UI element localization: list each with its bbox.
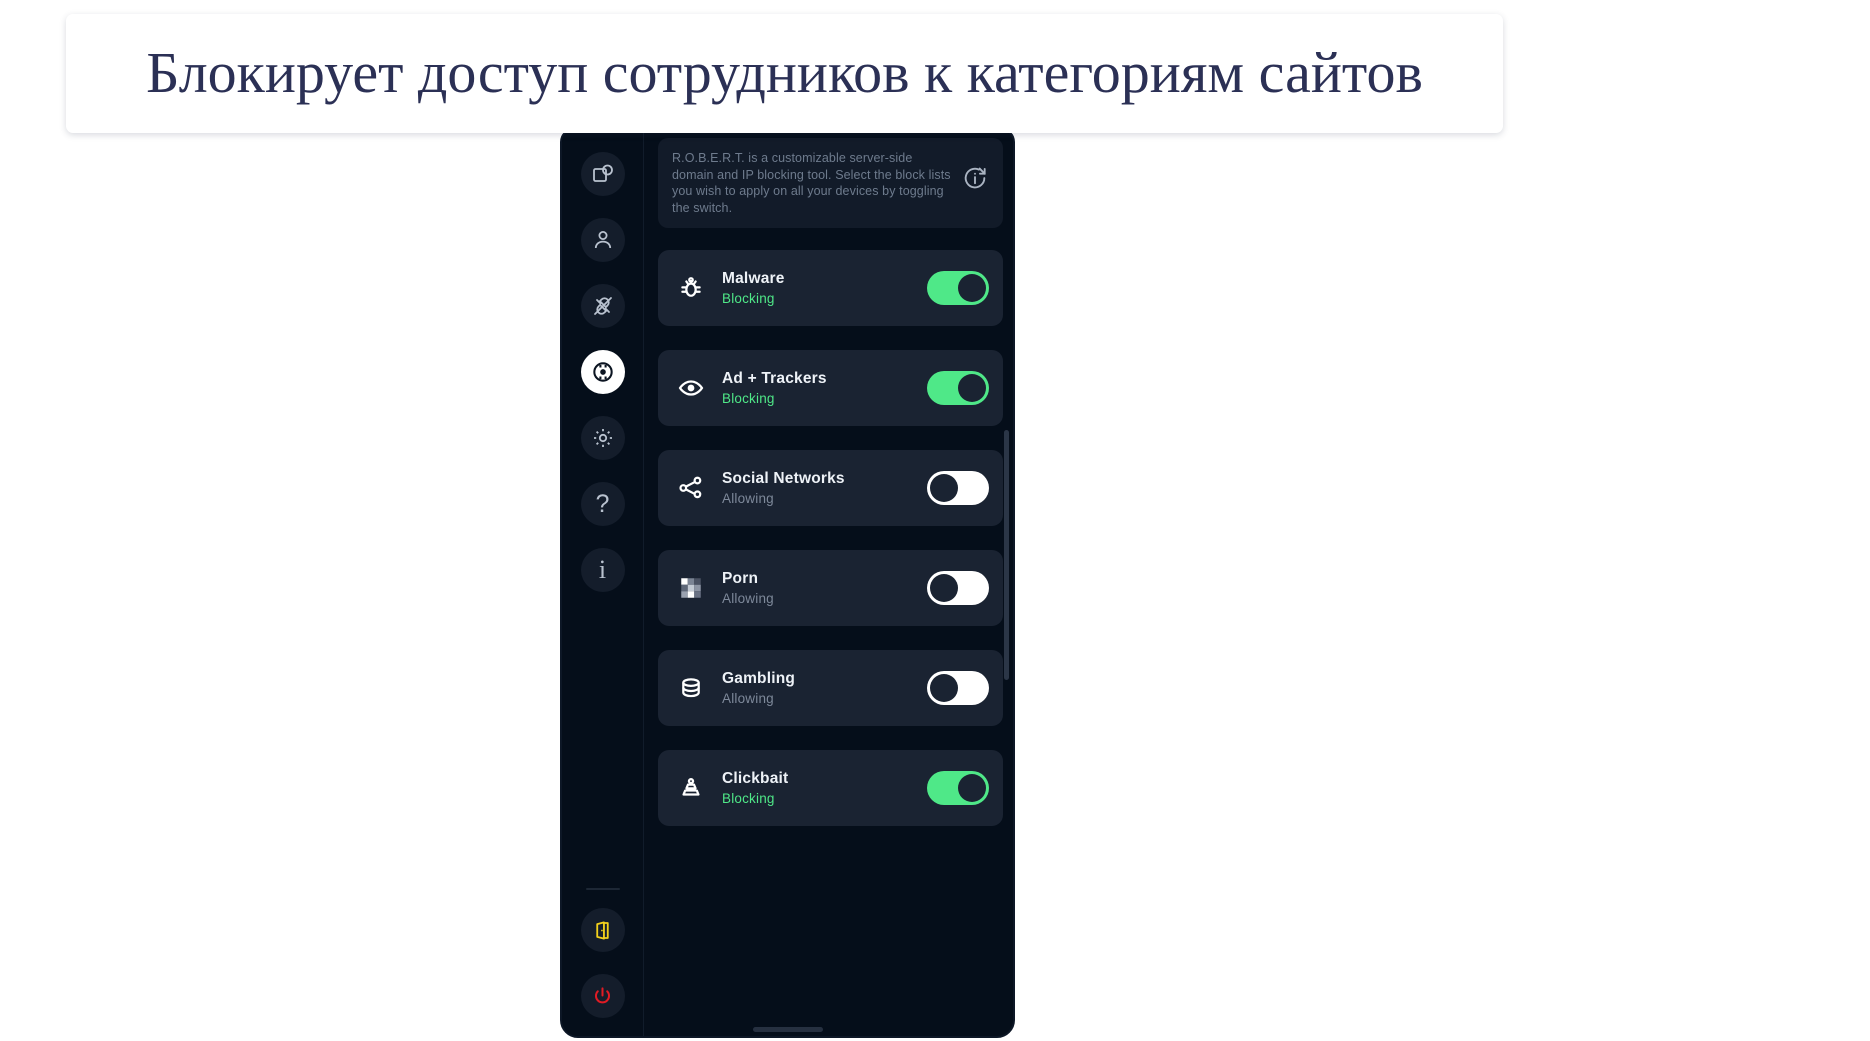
sidebar-item-robert[interactable] (580, 350, 625, 394)
blocklist-row-labels: Social Networks Allowing (722, 470, 927, 506)
blocklist-toggle[interactable] (927, 471, 989, 505)
question-mark-icon: ? (595, 489, 610, 518)
person-icon (591, 228, 615, 252)
blocklist-row[interactable]: Social Networks Allowing (658, 450, 1003, 526)
robert-info-card: R.O.B.E.R.T. is a customizable server-si… (658, 138, 1003, 228)
blocklist-title: Clickbait (722, 770, 789, 787)
sidebar-item-power[interactable] (580, 974, 625, 1018)
blocklist-title: Gambling (722, 670, 796, 687)
sidebar-item-exit[interactable] (580, 908, 625, 952)
blocklist-toggle[interactable] (927, 271, 989, 305)
blocklist-status: Blocking (722, 291, 775, 306)
info-icon: i (598, 555, 607, 584)
blocklist-row-labels: Malware Blocking (722, 270, 927, 306)
blocklist: Malware Blocking Ad + Trackers Blocking Soci… (658, 250, 1003, 826)
bug-icon (676, 273, 706, 303)
toggle-knob (930, 574, 958, 602)
blocklist-row[interactable]: Ad + Trackers Blocking (658, 350, 1003, 426)
poker-chips-icon (676, 673, 706, 703)
power-icon (591, 985, 614, 1008)
sidebar-item-account[interactable] (580, 218, 625, 262)
blocklist-row-labels: Ad + Trackers Blocking (722, 370, 927, 406)
robert-panel: R.O.B.E.R.T. is a customizable server-si… (644, 130, 1013, 1036)
blocklist-status: Allowing (722, 591, 774, 606)
blocklist-row[interactable]: Gambling Allowing (658, 650, 1003, 726)
sidebar-item-devices[interactable] (580, 152, 625, 196)
blocklist-title: Porn (722, 570, 759, 587)
blocklist-row-labels: Porn Allowing (722, 570, 927, 606)
blocklist-status: Blocking (722, 791, 775, 806)
fishing-lure-icon (676, 773, 706, 803)
sidebar-item-connection[interactable] (580, 284, 625, 328)
share-nodes-icon (676, 473, 706, 503)
eye-icon (676, 373, 706, 403)
caption-banner: Блокирует доступ сотрудников к категория… (66, 14, 1503, 133)
blocklist-toggle[interactable] (927, 571, 989, 605)
caption-text: Блокирует доступ сотрудников к категория… (146, 40, 1423, 106)
toggle-knob (958, 274, 986, 302)
sidebar-divider (585, 888, 620, 890)
blocklist-row-labels: Gambling Allowing (722, 670, 927, 706)
sidebar-item-about[interactable]: i (580, 548, 625, 592)
blocklist-title: Social Networks (722, 470, 845, 487)
toggle-knob (958, 774, 986, 802)
blocklist-status: Blocking (722, 391, 775, 406)
blocklist-status: Allowing (722, 691, 774, 706)
app-sidebar: ? i (562, 130, 644, 1036)
blocklist-title: Ad + Trackers (722, 370, 827, 387)
gear-icon (591, 426, 615, 450)
blocklist-row[interactable]: Clickbait Blocking (658, 750, 1003, 826)
vpn-app-window: ? i R.O.B.E.R.T. is a customizable serve… (560, 128, 1015, 1038)
blocklist-toggle[interactable] (927, 371, 989, 405)
blocklist-toggle[interactable] (927, 771, 989, 805)
info-external-link-icon[interactable] (961, 164, 989, 192)
robert-info-text: R.O.B.E.R.T. is a customizable server-si… (672, 151, 951, 215)
blocklist-toggle[interactable] (927, 671, 989, 705)
blocklist-status: Allowing (722, 491, 774, 506)
toggle-knob (930, 674, 958, 702)
exit-door-icon (591, 919, 614, 942)
blocklist-title: Malware (722, 270, 785, 287)
scrollbar-track[interactable] (1004, 130, 1011, 1036)
blocklist-row-labels: Clickbait Blocking (722, 770, 927, 806)
toggle-knob (930, 474, 958, 502)
sidebar-item-help[interactable]: ? (580, 482, 625, 526)
plug-disconnected-icon (591, 294, 615, 318)
devices-icon (591, 162, 615, 186)
screenshot-root: ? i R.O.B.E.R.T. is a customizable serve… (0, 0, 1870, 1041)
home-indicator (752, 1027, 823, 1032)
pixelated-censor-icon (676, 573, 706, 603)
toggle-knob (958, 374, 986, 402)
robert-target-icon (590, 359, 616, 385)
blocklist-row[interactable]: Malware Blocking (658, 250, 1003, 326)
sidebar-item-settings[interactable] (580, 416, 625, 460)
scrollbar-thumb[interactable] (1004, 430, 1009, 680)
blocklist-row[interactable]: Porn Allowing (658, 550, 1003, 626)
